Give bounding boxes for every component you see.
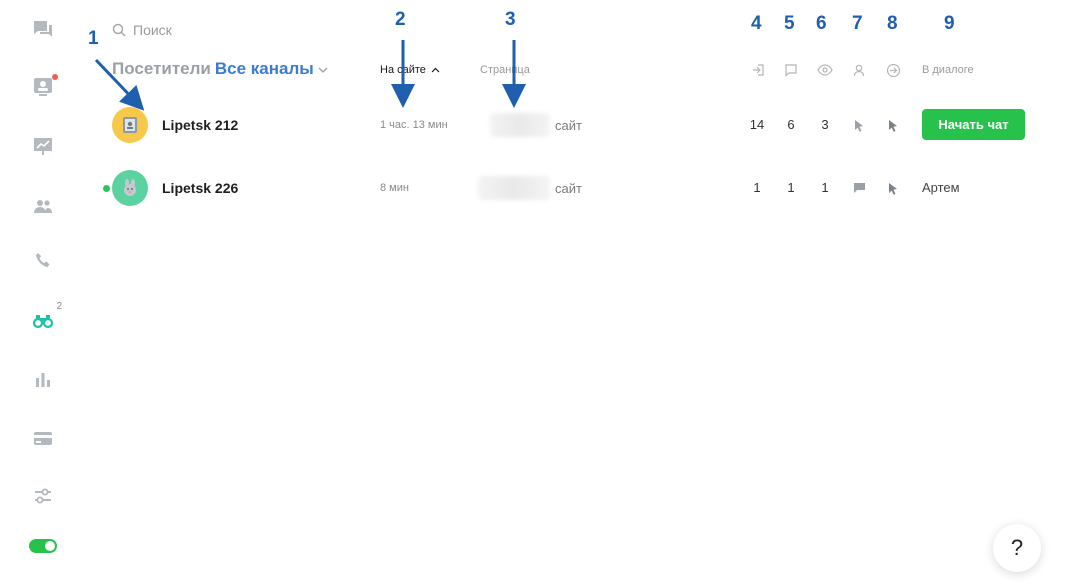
user-icon (853, 64, 865, 76)
operator-name: Артем (922, 180, 960, 195)
help-button[interactable]: ? (993, 524, 1041, 572)
contact-card-icon (34, 78, 52, 96)
invite-cursor[interactable] (885, 117, 901, 133)
sidebar-item-team[interactable] (28, 191, 58, 221)
sliders-icon (35, 488, 51, 504)
channel-selector[interactable]: Все каналы (215, 59, 314, 78)
cursor-icon (889, 119, 897, 132)
sidebar-badge-count: 2 (56, 301, 62, 312)
page-title: Посетители Все каналы (112, 59, 328, 79)
redacted-url (478, 176, 550, 200)
sidebar-item-settings[interactable] (28, 481, 58, 511)
visitor-chats: 1 (787, 180, 795, 195)
search-bar (112, 22, 333, 38)
online-status-toggle[interactable] (29, 539, 57, 553)
avatar (112, 170, 148, 206)
annotation-4: 4 (751, 13, 762, 34)
invite-cursor[interactable] (885, 180, 901, 196)
visitor-badge-icon (123, 117, 137, 133)
column-chats-header[interactable] (783, 62, 799, 78)
annotation-3: 3 (505, 9, 516, 30)
annotation-7: 7 (852, 13, 863, 34)
column-header-on-site-label: На сайте (380, 64, 426, 76)
operator-cursor (851, 117, 867, 133)
presentation-chart-icon (34, 138, 52, 155)
online-indicator (103, 185, 110, 192)
cursor-icon (855, 119, 863, 132)
arrow-circle-right-icon (886, 63, 900, 77)
bunny-avatar-icon (124, 179, 136, 196)
redacted-url (490, 113, 550, 137)
chat-bubble-icon (853, 183, 865, 193)
annotation-5: 5 (784, 13, 795, 34)
column-views-header[interactable] (817, 62, 833, 78)
binoculars-icon (32, 315, 54, 329)
annotation-6: 6 (816, 13, 827, 34)
annotation-9: 9 (944, 13, 955, 34)
column-visits-header[interactable] (750, 62, 766, 78)
sidebar-item-presentation[interactable] (28, 131, 58, 161)
column-operator-header[interactable] (851, 62, 867, 78)
sidebar-item-calls[interactable] (28, 245, 58, 275)
visitor-visits: 14 (749, 117, 765, 132)
sidebar-item-billing[interactable] (28, 423, 58, 453)
page-title-text: Посетители (112, 59, 211, 78)
start-chat-button[interactable]: Начать чат (922, 109, 1025, 140)
notification-dot (52, 74, 58, 80)
annotation-8: 8 (887, 13, 898, 34)
chat-bubbles-icon (34, 21, 52, 37)
sidebar-item-monitoring[interactable]: 2 (28, 301, 62, 335)
eye-icon (817, 64, 833, 76)
visitor-page[interactable]: сайт (555, 181, 582, 196)
visitor-name[interactable]: Lipetsk 226 (162, 180, 238, 196)
visitor-views: 3 (821, 117, 829, 132)
speech-bubble-icon (785, 64, 797, 77)
credit-card-icon (34, 432, 52, 445)
column-header-page[interactable]: Страница (480, 64, 530, 76)
chevron-down-icon[interactable] (318, 67, 328, 73)
visitor-chats: 6 (787, 117, 795, 132)
visitor-time-on-site: 1 час. 13 мин (380, 119, 448, 131)
column-header-on-site[interactable]: На сайте (380, 64, 440, 76)
table-row[interactable]: Lipetsk 226 8 мин сайт 1 1 1 Артем (100, 163, 1040, 213)
phone-icon (36, 253, 50, 267)
search-icon (112, 23, 126, 37)
visitor-name[interactable]: Lipetsk 212 (162, 117, 238, 133)
bar-chart-icon (36, 373, 50, 387)
visitor-views: 1 (821, 180, 829, 195)
operator-chat-status (851, 180, 867, 196)
chevron-up-icon (431, 67, 440, 73)
column-header-in-dialog[interactable]: В диалоге (922, 64, 974, 76)
visitor-time-on-site: 8 мин (380, 182, 409, 194)
annotation-2: 2 (395, 9, 406, 30)
people-icon (34, 200, 52, 213)
table-row[interactable]: Lipetsk 212 1 час. 13 мин сайт 14 6 3 На… (100, 100, 1040, 150)
visitor-visits: 1 (753, 180, 761, 195)
sidebar-item-visitors-board[interactable] (28, 72, 58, 102)
cursor-icon (889, 182, 897, 195)
visitor-page[interactable]: сайт (555, 118, 582, 133)
search-input[interactable] (133, 22, 333, 38)
column-invite-header[interactable] (885, 62, 901, 78)
annotation-1: 1 (88, 28, 99, 49)
sidebar: 2 (0, 0, 86, 588)
sidebar-item-statistics[interactable] (28, 364, 58, 394)
sign-in-icon (753, 64, 764, 76)
sidebar-item-chats[interactable] (28, 15, 58, 45)
annotation-arrows (94, 40, 526, 111)
avatar (112, 107, 148, 143)
